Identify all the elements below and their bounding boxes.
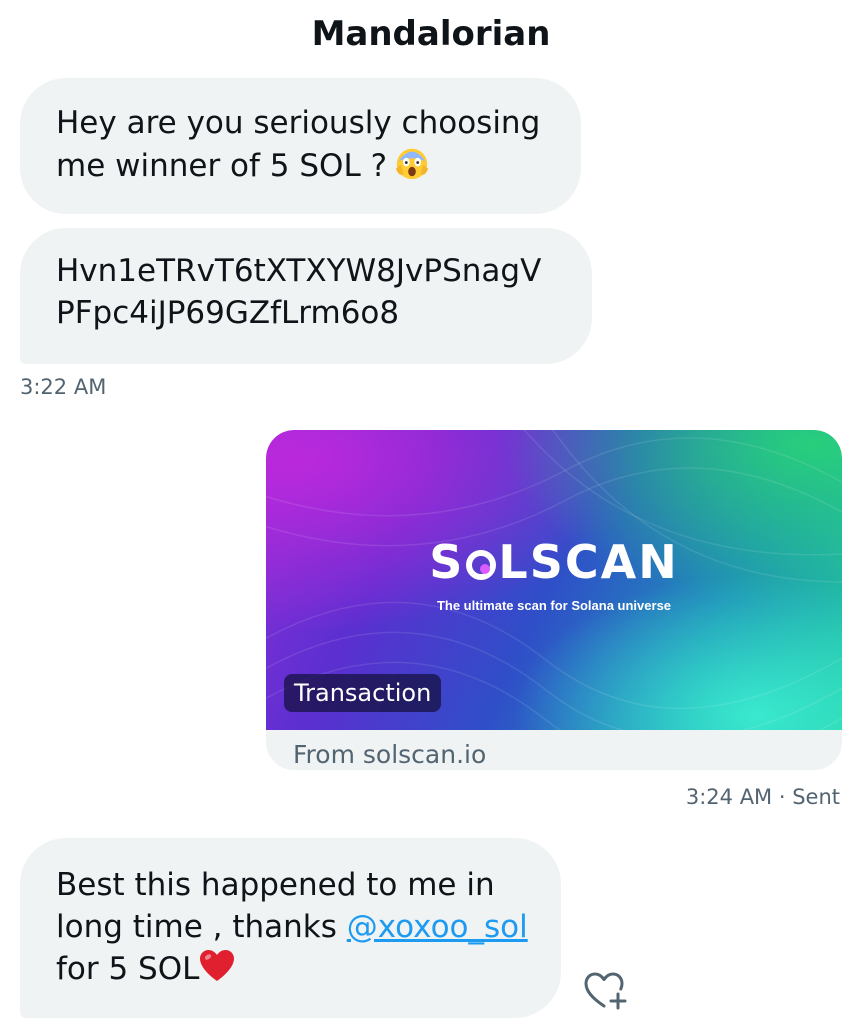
message-line: me winner of 5 SOL ?: [56, 148, 388, 184]
link-preview-card[interactable]: S LSCAN The ultimate scan for Solana univ…: [266, 430, 842, 770]
logo-o-icon: [466, 550, 497, 580]
message-bubble[interactable]: Hey are you seriously choosing me winner…: [20, 78, 581, 214]
red-heart-emoji-icon: [200, 950, 235, 981]
message-line: long time , thanks: [56, 909, 347, 945]
message-bubble[interactable]: Best this happened to me in long time , …: [20, 838, 561, 1018]
conversation-header: Mandalorian: [0, 0, 862, 72]
message-timestamp: 3:22 AM: [20, 375, 107, 399]
message-line: Hvn1eTRvT6tXTXYW8JvPSnagV: [56, 253, 542, 289]
message-line: PFpc4iJP69GZfLrm6o8: [56, 295, 400, 331]
message-line: Best this happened to me in: [56, 867, 495, 903]
conversation-title[interactable]: Mandalorian: [0, 14, 862, 54]
logo-tagline: The ultimate scan for Solana universe: [436, 598, 672, 613]
user-mention-link[interactable]: @xoxoo_sol: [347, 909, 528, 945]
message-status: 3:24 AM · Sent: [685, 785, 840, 809]
solscan-logo: S LSCAN: [429, 535, 679, 589]
link-domain[interactable]: From solscan.io: [293, 740, 486, 769]
screaming-face-emoji-icon: [395, 148, 429, 180]
link-preview-image: S LSCAN The ultimate scan for Solana univ…: [266, 430, 842, 730]
message-line: for 5 SOL: [56, 951, 200, 987]
transaction-label: Transaction: [284, 674, 442, 712]
add-reaction-heart-plus-icon[interactable]: [582, 968, 630, 1012]
message-line: Hey are you seriously choosing: [56, 105, 541, 141]
message-bubble[interactable]: Hvn1eTRvT6tXTXYW8JvPSnagV PFpc4iJP69GZfL…: [20, 228, 592, 364]
